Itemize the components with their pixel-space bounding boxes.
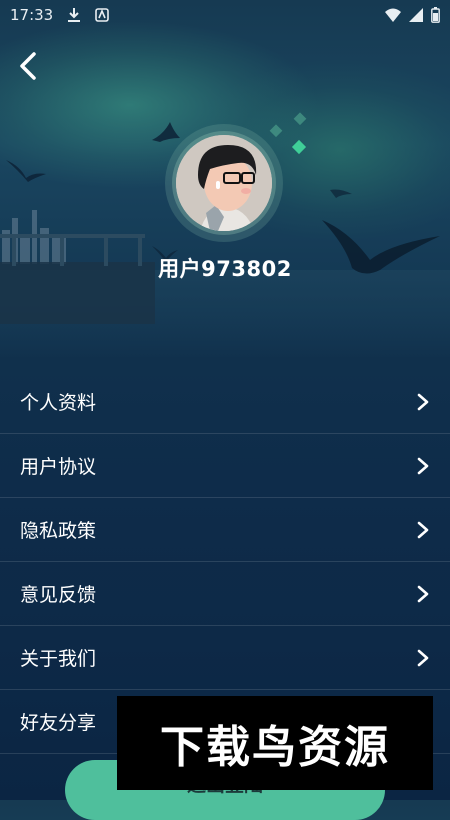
- battery-icon: [431, 7, 440, 23]
- download-icon: [68, 8, 81, 22]
- menu-item-label: 用户协议: [20, 456, 97, 478]
- menu-item-label: 好友分享: [20, 712, 97, 734]
- menu-item-about-us[interactable]: 关于我们: [0, 626, 450, 690]
- menu-item-feedback[interactable]: 意见反馈: [0, 562, 450, 626]
- menu-item-label: 关于我们: [20, 648, 97, 670]
- app-notification-icon: [95, 8, 110, 22]
- menu-item-personal-info[interactable]: 个人资料: [0, 370, 450, 434]
- menu-item-label: 个人资料: [20, 392, 97, 414]
- chevron-right-icon: [417, 393, 429, 410]
- chevron-right-icon: [417, 457, 429, 474]
- status-time: 17:33: [10, 6, 54, 24]
- menu-item-user-agreement[interactable]: 用户协议: [0, 434, 450, 498]
- avatar[interactable]: [176, 135, 272, 231]
- chevron-left-icon: [20, 52, 36, 80]
- watermark-text: 下载鸟资源: [160, 722, 390, 773]
- back-button[interactable]: [14, 50, 46, 82]
- cellular-signal-icon: [409, 8, 423, 22]
- username-label: 用户973802: [158, 257, 292, 281]
- watermark-banner: 下载鸟资源: [117, 696, 433, 790]
- wifi-icon: [385, 8, 401, 22]
- avatar-illustration: [176, 135, 272, 231]
- status-bar: 17:33: [0, 0, 450, 30]
- chevron-right-icon: [417, 585, 429, 602]
- menu-item-label: 意见反馈: [20, 584, 97, 606]
- chevron-right-icon: [417, 521, 429, 538]
- menu-item-label: 隐私政策: [20, 520, 97, 542]
- chevron-right-icon: [417, 649, 429, 666]
- menu-item-privacy-policy[interactable]: 隐私政策: [0, 498, 450, 562]
